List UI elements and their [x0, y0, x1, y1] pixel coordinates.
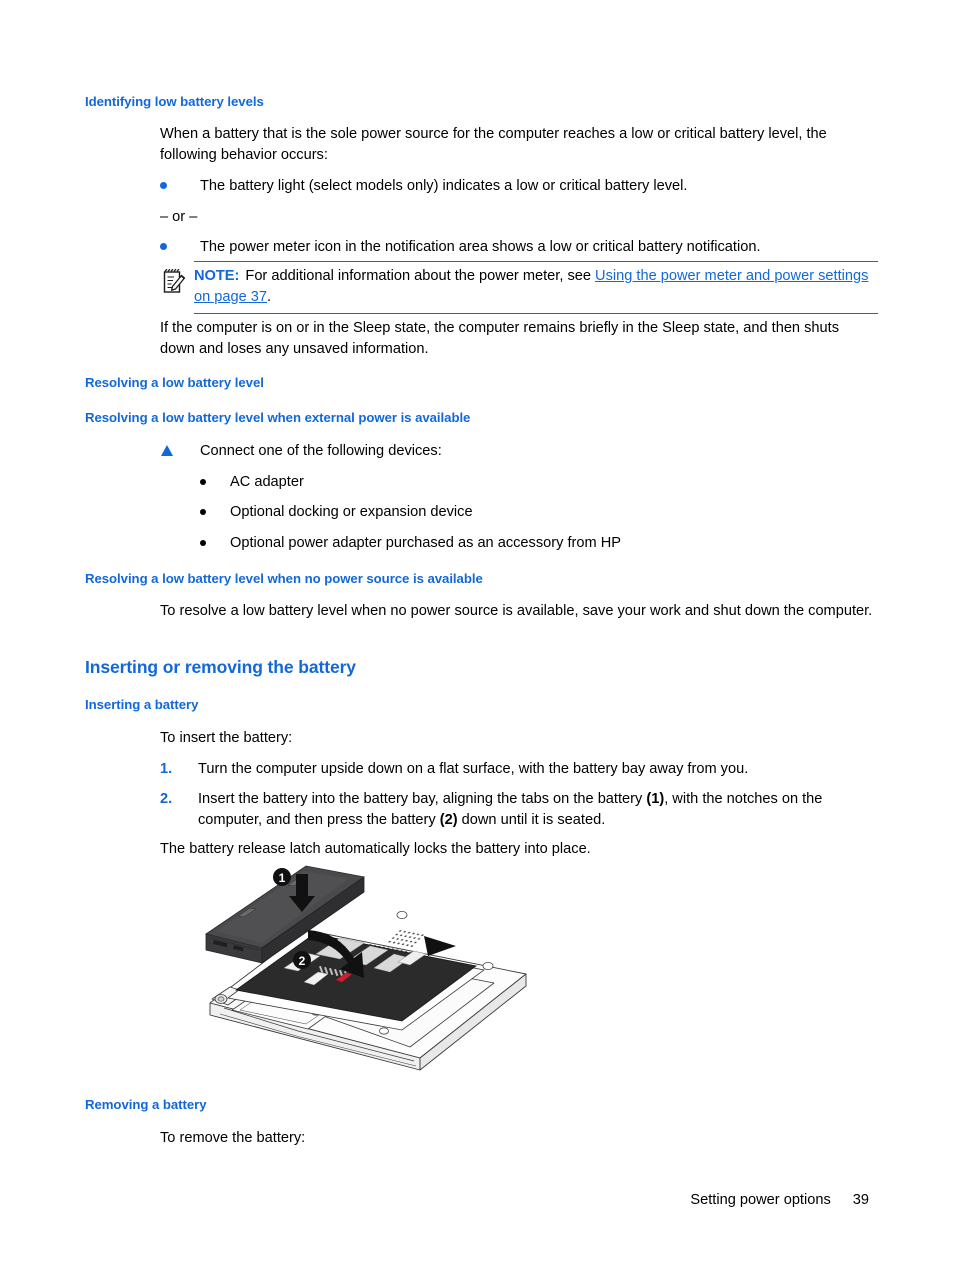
- heading-resolving-no-power-source: Resolving a low battery level when no po…: [85, 571, 483, 586]
- list-item-connect-devices: Connect one of the following devices:: [160, 441, 880, 462]
- heading-identifying-low-battery-levels: Identifying low battery levels: [85, 94, 264, 109]
- list-item-docking-device: Optional docking or expansion device: [200, 502, 860, 523]
- note-text-after: .: [267, 289, 272, 305]
- list-item-label: Optional power adapter purchased as an a…: [230, 535, 621, 551]
- note-text: NOTE: For additional information about th…: [194, 266, 878, 308]
- or-separator: – or –: [160, 209, 198, 225]
- heading-inserting-or-removing-battery: Inserting or removing the battery: [85, 657, 356, 677]
- list-number: 1.: [160, 761, 173, 777]
- list-item-label: The battery light (select models only) i…: [200, 178, 688, 194]
- document-page: Identifying low battery levels When a ba…: [0, 0, 954, 1270]
- list-item-label: Turn the computer upside down on a flat …: [198, 761, 749, 777]
- callout-reference: (1): [646, 791, 665, 807]
- svg-text:1: 1: [279, 871, 286, 885]
- list-item-label: Connect one of the following devices:: [200, 443, 442, 459]
- note-clipboard-pencil-icon: [162, 267, 188, 295]
- bullet-dot-icon: [160, 182, 167, 189]
- bullet-dot-icon: [200, 479, 206, 485]
- heading-resolving-low-battery-level: Resolving a low battery level: [85, 375, 264, 390]
- footer-section-title: Setting power options: [690, 1192, 831, 1208]
- svg-text:2: 2: [299, 954, 306, 968]
- bullet-dot-icon: [160, 243, 167, 250]
- paragraph-to-insert-battery: To insert the battery:: [160, 730, 293, 746]
- bullet-dot-icon: [200, 509, 206, 515]
- paragraph-to-remove-battery: To remove the battery:: [160, 1130, 306, 1146]
- note-text-before: For additional information about the pow…: [245, 268, 596, 284]
- list-item-power-meter: The power meter icon in the notification…: [160, 237, 880, 258]
- heading-inserting-a-battery: Inserting a battery: [85, 697, 199, 712]
- list-item-label: AC adapter: [230, 474, 304, 490]
- heading-removing-a-battery: Removing a battery: [85, 1097, 207, 1112]
- ordered-list-item-1: 1. Turn the computer upside down on a fl…: [160, 759, 880, 780]
- paragraph-sleep-state: If the computer is on or in the Sleep st…: [160, 320, 839, 357]
- paragraph-battery-latch: The battery release latch automatically …: [160, 841, 591, 857]
- list-item-label: The power meter icon in the notification…: [200, 239, 761, 255]
- note-label: NOTE:: [194, 268, 240, 284]
- note-bottom-rule: [194, 313, 878, 314]
- list-item-battery-light: The battery light (select models only) i…: [160, 176, 880, 197]
- paragraph-resolve-no-power: To resolve a low battery level when no p…: [160, 603, 873, 619]
- list-number: 2.: [160, 791, 173, 807]
- note-callout: NOTE: For additional information about th…: [160, 261, 878, 314]
- figure-inserting-battery: 1 2: [188, 858, 538, 1083]
- triangle-bullet-icon: [161, 445, 173, 456]
- page-footer: Setting power options 39: [690, 1192, 869, 1208]
- footer-page-number: 39: [852, 1192, 869, 1208]
- arrow-3: [424, 936, 456, 956]
- list-item-label: Insert the battery into the battery bay,…: [198, 791, 823, 828]
- paragraph-intro: When a battery that is the sole power so…: [160, 126, 827, 163]
- heading-resolving-external-power: Resolving a low battery level when exter…: [85, 410, 471, 425]
- callout-reference: (2): [439, 812, 458, 828]
- list-item-power-adapter-hp: Optional power adapter purchased as an a…: [200, 533, 860, 554]
- bullet-dot-icon: [200, 540, 206, 546]
- ordered-list-item-2: 2. Insert the battery into the battery b…: [160, 789, 880, 831]
- list-item-ac-adapter: AC adapter: [200, 472, 860, 493]
- list-item-label: Optional docking or expansion device: [230, 504, 473, 520]
